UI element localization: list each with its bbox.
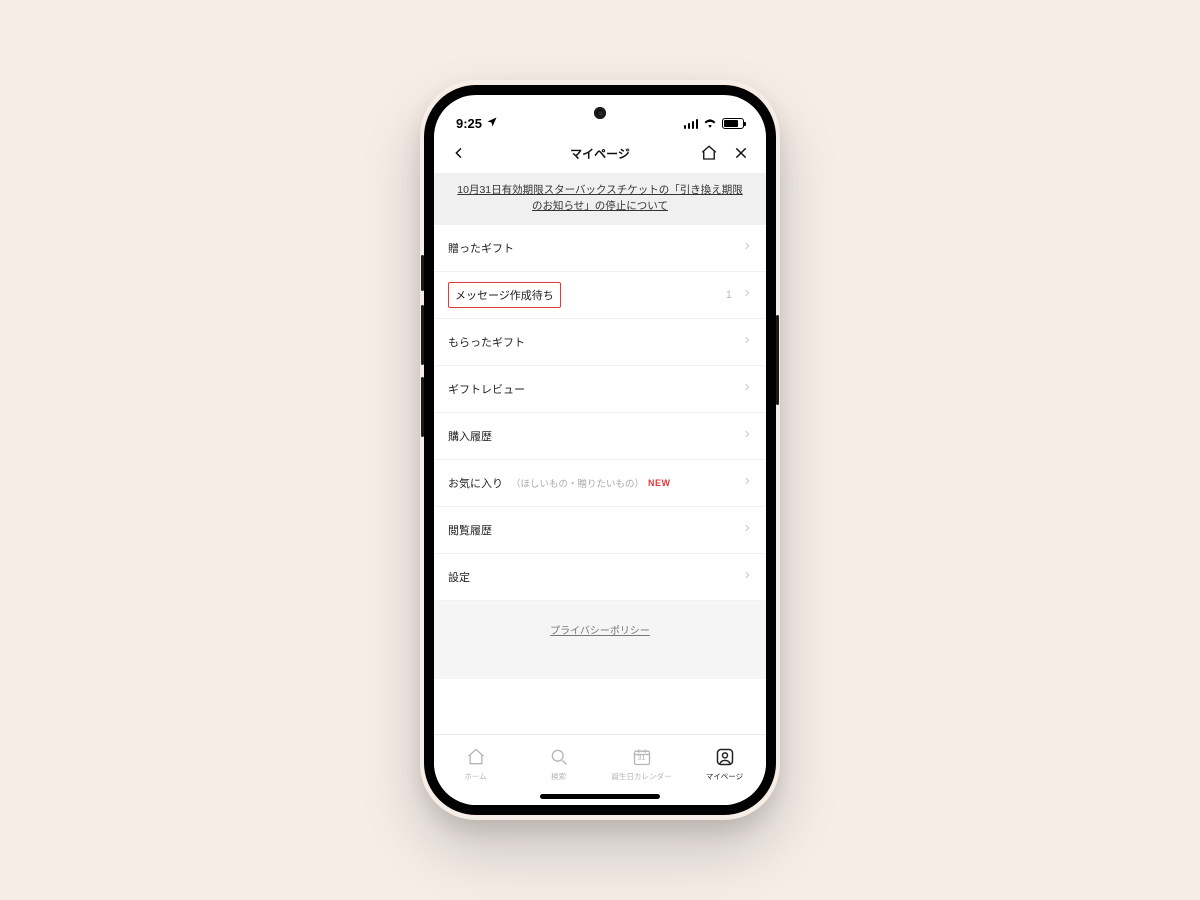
row-label: 閲覧履歴 [448, 522, 492, 538]
privacy-policy-link[interactable]: プライバシーポリシー [550, 626, 650, 637]
new-badge: NEW [648, 478, 671, 488]
row-purchase-history[interactable]: 購入履歴 [434, 413, 766, 460]
calendar-icon: 31 [632, 747, 652, 769]
notice-text-line2: のお知らせ」の停止について [532, 200, 668, 212]
row-browse-history[interactable]: 閲覧履歴 [434, 507, 766, 554]
row-label: メッセージ作成待ち [448, 282, 561, 308]
row-label: もらったギフト [448, 334, 525, 350]
status-time: 9:25 [456, 116, 482, 131]
row-label: 贈ったギフト [448, 240, 514, 256]
menu-list: 贈ったギフト メッセージ作成待ち 1 もらったギフト [434, 225, 766, 735]
row-count: 1 [726, 289, 732, 301]
search-icon [549, 747, 569, 769]
chevron-right-icon [742, 523, 752, 536]
side-button [776, 315, 779, 405]
row-label: お気に入り [448, 475, 503, 491]
tab-label: 検索 [551, 771, 566, 782]
phone-frame: 9:25 マイページ [424, 85, 776, 815]
notice-banner[interactable]: 10月31日有効期限スターバックスチケットの「引き換え期限 のお知らせ」の停止に… [434, 173, 766, 225]
home-indicator[interactable] [540, 794, 660, 799]
chevron-right-icon [742, 429, 752, 442]
chevron-right-icon [742, 570, 752, 583]
tab-label: マイページ [706, 771, 743, 782]
person-icon [715, 747, 735, 769]
location-icon [486, 116, 498, 131]
chevron-right-icon [742, 335, 752, 348]
battery-icon [722, 118, 744, 129]
row-settings[interactable]: 設定 [434, 554, 766, 601]
chevron-right-icon [742, 476, 752, 489]
row-label: 設定 [448, 569, 470, 585]
page-title: マイページ [434, 145, 766, 162]
front-camera [594, 107, 606, 119]
row-favorites[interactable]: お気に入り （ほしいもの・贈りたいもの） NEW [434, 460, 766, 507]
side-button [421, 255, 424, 291]
chevron-right-icon [742, 241, 752, 254]
row-label: ギフトレビュー [448, 381, 525, 397]
screen: 9:25 マイページ [434, 95, 766, 805]
row-pending-message[interactable]: メッセージ作成待ち 1 [434, 272, 766, 319]
tab-calendar[interactable]: 31 誕生日カレンダー [600, 735, 683, 793]
chevron-right-icon [742, 382, 752, 395]
notice-text-line1: 10月31日有効期限スターバックスチケットの「引き換え期限 [457, 184, 742, 196]
row-received-gifts[interactable]: もらったギフト [434, 319, 766, 366]
home-icon [466, 747, 486, 769]
side-button [421, 305, 424, 365]
side-button [421, 377, 424, 437]
tab-home[interactable]: ホーム [434, 735, 517, 793]
wifi-icon [703, 116, 717, 131]
footer: プライバシーポリシー [434, 601, 766, 679]
calendar-day: 31 [632, 755, 652, 762]
row-sent-gifts[interactable]: 贈ったギフト [434, 225, 766, 272]
nav-header: マイページ [434, 133, 766, 173]
row-label: 購入履歴 [448, 428, 492, 444]
chevron-right-icon [742, 288, 752, 301]
row-gift-review[interactable]: ギフトレビュー [434, 366, 766, 413]
tab-label: ホーム [464, 771, 486, 782]
tab-mypage[interactable]: マイページ [683, 735, 766, 793]
row-sublabel: （ほしいもの・贈りたいもの） [511, 476, 644, 490]
signal-icon [684, 119, 699, 129]
tab-search[interactable]: 検索 [517, 735, 600, 793]
tab-label: 誕生日カレンダー [612, 771, 672, 782]
